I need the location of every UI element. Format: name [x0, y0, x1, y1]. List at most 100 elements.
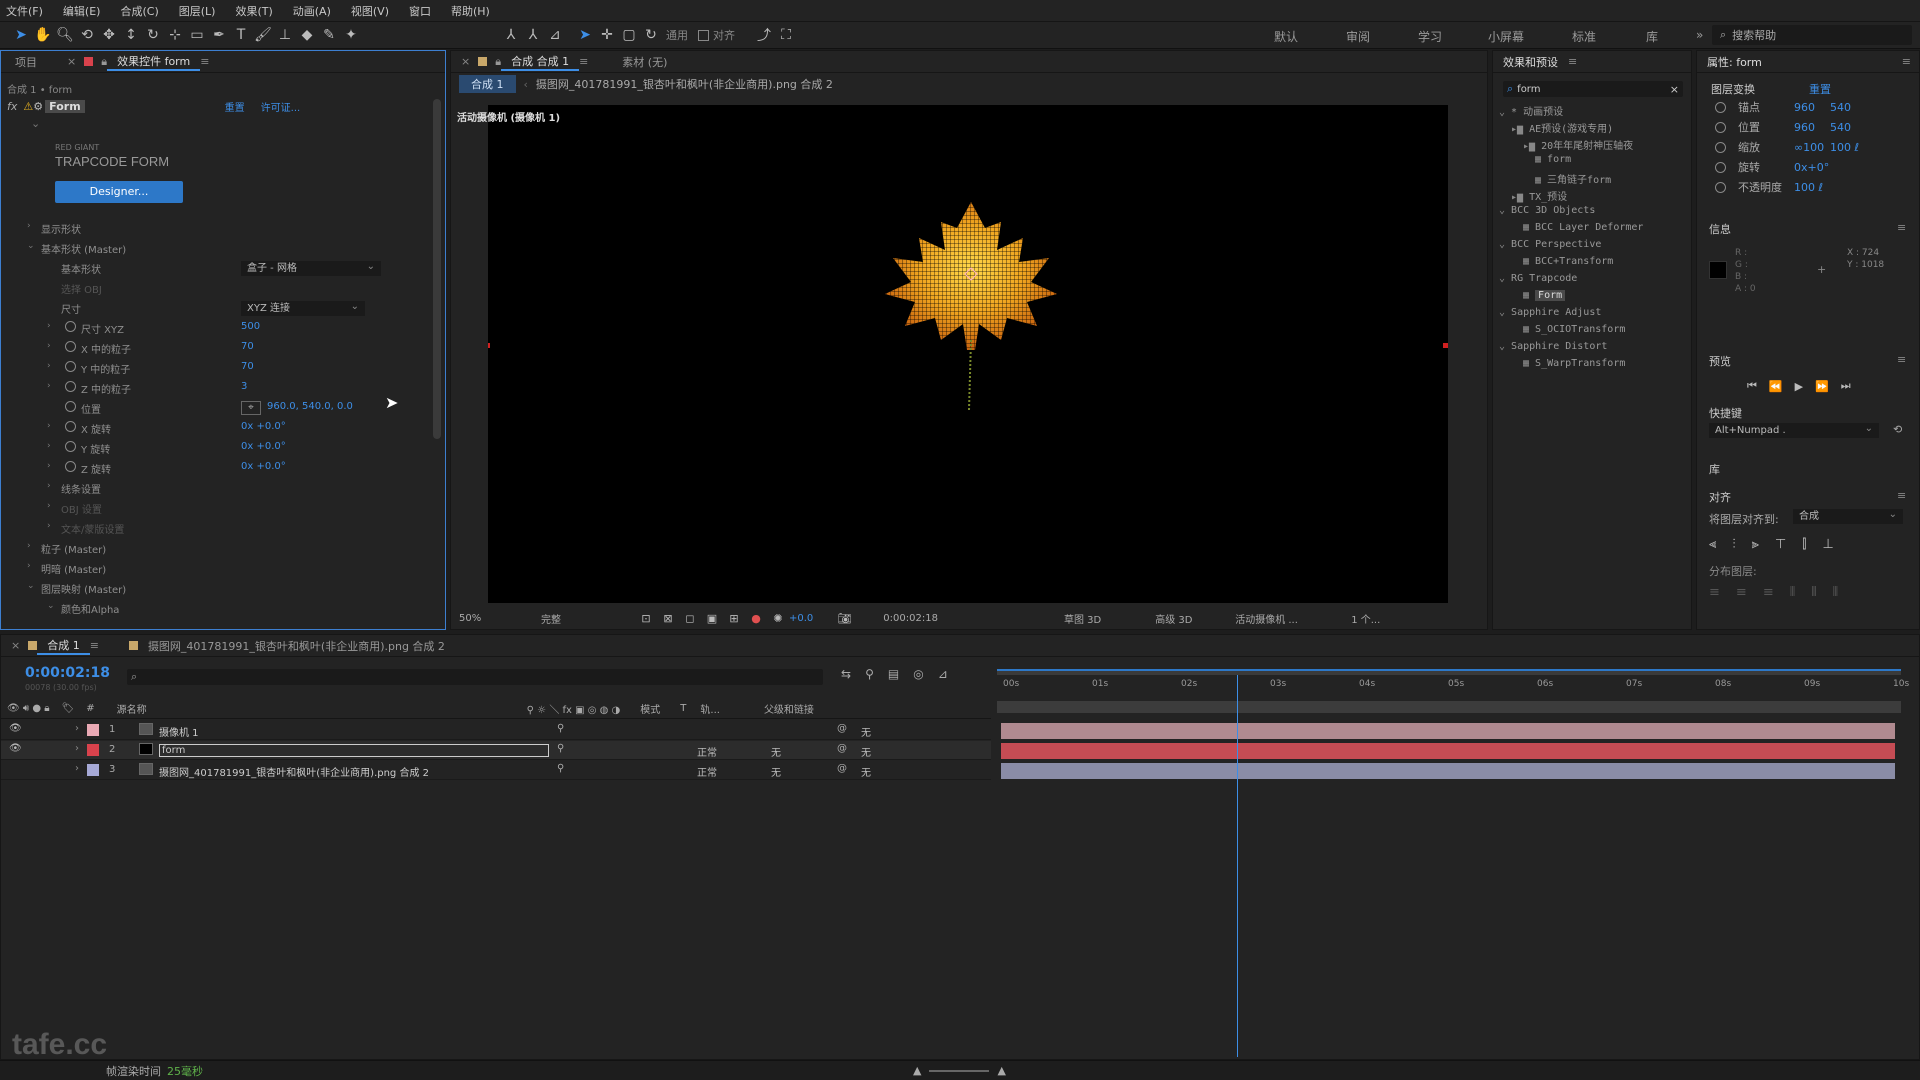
layer-search-input[interactable]: ⌕ — [127, 669, 823, 685]
move-3d-icon[interactable]: ➤ — [574, 24, 596, 46]
position-value[interactable]: 960.0, 540.0, 0.0 — [267, 401, 353, 412]
axis-local-icon[interactable]: ⅄ — [500, 24, 522, 46]
text-mask-group[interactable]: 文本/蒙版设置 — [61, 521, 124, 536]
layer-trkmat-dropdown[interactable]: 无 — [771, 744, 781, 759]
preset-tree-item[interactable]: ▦ form — [1535, 154, 1571, 165]
layer-trkmat-dropdown[interactable]: 无 — [771, 764, 781, 779]
preset-tree-item[interactable]: ▸▆ 20年年尾射神压轴夜 — [1523, 137, 1633, 152]
x-rotation-value[interactable]: 0x +0.0° — [241, 421, 286, 432]
selection-tool-icon[interactable]: ➤ — [10, 24, 32, 46]
tab-project[interactable]: 项目 — [5, 54, 47, 70]
time-ruler[interactable]: 00s 01s 02s 03s 04s 05s 06s 07s 08s 09s 10s — [997, 667, 1909, 721]
close-icon[interactable]: × — [67, 55, 76, 68]
stopwatch-icon[interactable] — [65, 361, 76, 372]
z-rotation-value[interactable]: 0x +0.0° — [241, 461, 286, 472]
preset-tree-item[interactable]: ▦ BCC Layer Deformer — [1523, 222, 1643, 233]
preset-tree-item[interactable]: ⌄ * 动画预设 — [1499, 103, 1563, 118]
effects-search-input[interactable]: ⌕ form × — [1503, 81, 1683, 97]
layer-maps-group[interactable]: 图层映射 (Master) — [41, 581, 126, 596]
preset-tree-item[interactable]: ▸▆ TX_预设 — [1511, 188, 1567, 203]
pan-behind-tool-icon[interactable]: ⊹ — [164, 24, 186, 46]
transform-prop-value2[interactable]: 540 — [1830, 121, 1851, 134]
workspace-learn[interactable]: 学习 — [1418, 28, 1442, 45]
eraser-tool-icon[interactable]: ◆ — [296, 24, 318, 46]
comp-nav-footage[interactable]: 摄图网_401781991_银杏叶和枫叶(非企业商用).png 合成 2 — [536, 76, 833, 92]
layer-row[interactable]: 👁︎ › 2 form ⚲ 正常 无 @ 无 — [1, 741, 991, 760]
panel-menu-icon[interactable]: ≡ — [90, 639, 99, 652]
properties-title[interactable]: 属性: form — [1697, 54, 1772, 70]
menu-animation[interactable]: 动画(A) — [293, 3, 331, 19]
layer-track-bar[interactable] — [1001, 723, 1895, 739]
effect-panel-scrollbar[interactable] — [433, 99, 441, 439]
preset-tree-item[interactable]: ⌄ RG Trapcode — [1499, 273, 1577, 284]
scale-icon[interactable]: ▢ — [618, 24, 640, 46]
brush-tool-icon[interactable]: 🖌︎ — [252, 24, 274, 46]
motion-blur-icon[interactable]: ◎ — [913, 667, 923, 681]
stopwatch-icon[interactable] — [1715, 181, 1726, 193]
comp-flowchart-icon[interactable]: ⇆ — [841, 667, 851, 681]
graph-editor-icon[interactable]: ⊿ — [938, 667, 948, 681]
align-hcenter-icon[interactable]: ⫶ — [1732, 537, 1735, 552]
align-bottom-icon[interactable]: ⊥ — [1822, 537, 1833, 552]
layer-row[interactable]: › 3 摄图网_401781991_银杏叶和枫叶(非企业商用).png 合成 2 ⚲ 正… — [1, 761, 991, 780]
preset-tree-item[interactable]: ▦ S_WarpTransform — [1523, 358, 1625, 369]
chevron-right-icon[interactable]: › — [75, 723, 79, 734]
chevron-right-icon[interactable]: › — [75, 743, 79, 754]
transform-prop-value1[interactable]: 0x+0° — [1794, 161, 1830, 174]
panel-menu-icon[interactable]: ≡ — [1897, 353, 1906, 366]
col-mode[interactable]: 模式 — [640, 701, 660, 716]
workspace-small-screen[interactable]: 小屏幕 — [1488, 28, 1524, 45]
obj-settings-group[interactable]: OBJ 设置 — [61, 501, 102, 516]
designer-button[interactable]: Designer... — [55, 181, 183, 203]
preset-tree-item[interactable]: ▦ Form — [1523, 290, 1566, 301]
distribute-bottom-icon[interactable]: ≡ — [1763, 585, 1774, 600]
zoom-slider[interactable] — [929, 1069, 990, 1072]
menu-help[interactable]: 帮助(H) — [451, 3, 490, 19]
col-trkmat[interactable]: 轨... — [700, 701, 720, 716]
color-channels-icon[interactable]: ● — [745, 607, 767, 629]
base-form-group[interactable]: 基本形状 (Master) — [41, 241, 126, 256]
stopwatch-icon[interactable] — [1715, 141, 1726, 153]
shy-switch-icon[interactable]: ⚲ — [557, 763, 564, 774]
stopwatch-icon[interactable] — [65, 321, 76, 332]
axis-view-icon[interactable]: ⊿ — [544, 24, 566, 46]
track-area[interactable] — [997, 721, 1901, 1051]
preset-tree-item[interactable]: ▦ 三角链子form — [1535, 171, 1611, 186]
preset-tree-item[interactable]: ▦ S_OCIOTransform — [1523, 324, 1625, 335]
panel-menu-icon[interactable]: ≡ — [579, 55, 588, 68]
effect-name[interactable]: Form — [45, 100, 85, 113]
chevron-right-icon[interactable]: › — [27, 221, 31, 231]
pickwhip-icon[interactable]: @ — [837, 763, 847, 774]
guides-icon[interactable]: ⊞ — [723, 607, 745, 629]
menu-file[interactable]: 文件(F) — [6, 3, 43, 19]
zoom-dropdown[interactable]: 50% — [459, 613, 519, 624]
size-xyz-value[interactable]: 500 — [241, 321, 260, 332]
x-particles-value[interactable]: 70 — [241, 341, 254, 352]
distribute-left-icon[interactable]: ⫴ — [1790, 585, 1795, 600]
stopwatch-icon[interactable] — [1715, 101, 1726, 113]
fast-preview-icon[interactable]: ⊡ — [635, 607, 657, 629]
workspace-default[interactable]: 默认 — [1274, 28, 1298, 45]
stopwatch-icon[interactable] — [1715, 121, 1726, 133]
rectangle-tool-icon[interactable]: ▭ — [186, 24, 208, 46]
rotate-icon[interactable]: ↻ — [640, 24, 662, 46]
renderer-dropdown[interactable]: 高级 3D — [1155, 611, 1235, 626]
z-particles-value[interactable]: 3 — [241, 381, 247, 392]
stopwatch-icon[interactable] — [1715, 161, 1726, 173]
preset-tree-item[interactable]: ⌄ Sapphire Adjust — [1499, 307, 1601, 318]
preset-tree-item[interactable]: ⌄ Sapphire Distort — [1499, 341, 1607, 352]
exposure-icon[interactable]: ✺ — [767, 607, 789, 629]
effect-reset-link[interactable]: 重置 — [225, 99, 245, 114]
axis-world-icon[interactable]: ⅄ — [522, 24, 544, 46]
first-frame-icon[interactable]: ⏮ — [1747, 379, 1757, 393]
align-to-dropdown[interactable]: 合成 — [1793, 507, 1903, 524]
composition-viewer[interactable] — [485, 105, 1448, 603]
play-icon[interactable]: ▶ — [1795, 380, 1803, 393]
menu-layer[interactable]: 图层(L) — [179, 3, 216, 19]
color-alpha-group[interactable]: 颜色和Alpha — [61, 601, 119, 616]
fx-icon[interactable]: fx — [7, 100, 17, 113]
distribute-right-icon[interactable]: ⫴ — [1833, 585, 1838, 600]
layer-parent-dropdown[interactable]: 无 — [861, 744, 871, 759]
chevron-down-icon[interactable]: ⌄ — [27, 241, 35, 251]
layer-name[interactable]: form — [159, 744, 549, 757]
